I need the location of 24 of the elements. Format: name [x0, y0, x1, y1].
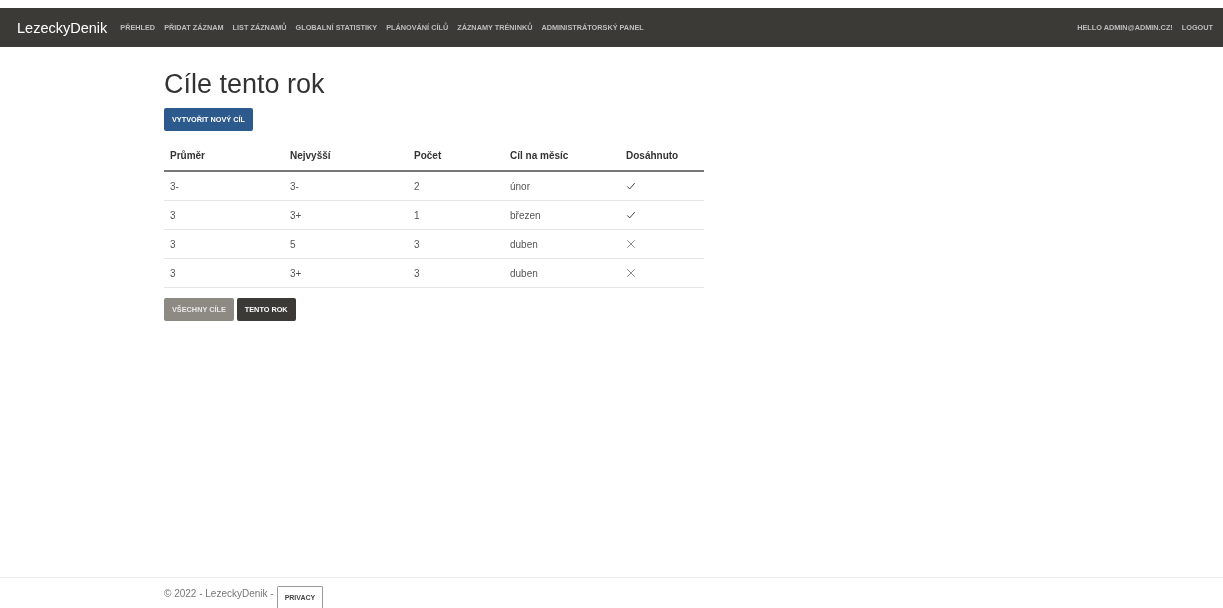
column-header: Cíl na měsíc: [504, 145, 620, 171]
table-cell: duben: [504, 229, 620, 259]
table-cell: únor: [504, 171, 620, 201]
column-header: Počet: [408, 145, 504, 171]
column-header: Průměr: [164, 145, 284, 171]
table-cell: 3+: [284, 200, 408, 230]
page-title: Cíle tento rok: [164, 69, 326, 100]
copyright-text: © 2022 - LezeckyDenik -: [164, 588, 274, 601]
table-cell: 3: [164, 258, 284, 288]
brand-link[interactable]: LezeckyDenik: [17, 19, 108, 36]
table-cell: 3: [164, 200, 284, 230]
table-cell: 3: [164, 229, 284, 259]
table-cell: 3: [408, 229, 504, 259]
table-cell: 5: [284, 229, 408, 259]
column-header: Nejvyšší: [284, 145, 408, 171]
table-cell: duben: [504, 258, 620, 288]
table-cell: 2: [408, 171, 504, 201]
table-cell: 3: [408, 258, 504, 288]
table-cell: 3+: [284, 258, 408, 288]
table-cell: březen: [504, 200, 620, 230]
column-header: Dosáhnuto: [620, 145, 704, 171]
table-cell: 1: [408, 200, 504, 230]
table-cell: 3-: [164, 171, 284, 201]
table-cell: 3-: [284, 171, 408, 201]
